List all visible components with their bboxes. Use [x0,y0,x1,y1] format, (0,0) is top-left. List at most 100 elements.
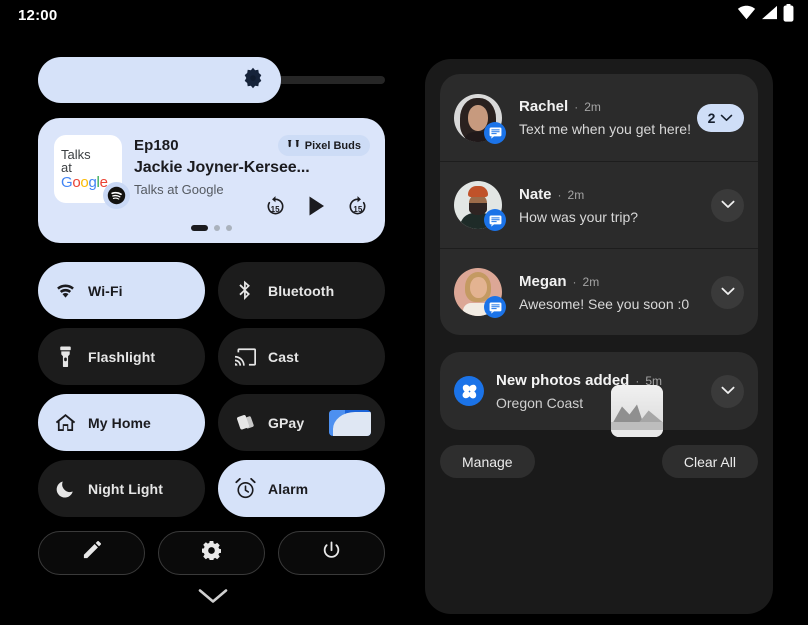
tile-my-home[interactable]: My Home [38,394,205,451]
messages-icon [484,209,506,231]
tile-flashlight[interactable]: Flashlight [38,328,205,385]
notification-expand-button[interactable] [711,189,744,222]
page-dot-1[interactable] [191,225,208,231]
tile-label: Flashlight [88,349,155,365]
status-bar: 12:00 [0,0,808,30]
status-icon-group [737,4,794,27]
tile-row-2: Flashlight Cast [38,328,385,385]
notification-body: Rachel · 2m Text me when you get here! [502,98,697,137]
tile-label: My Home [88,415,151,431]
page-dot-2[interactable] [214,225,220,231]
notification-sender: Nate [519,186,552,203]
cellular-signal-icon [761,5,778,25]
photos-header: New photos added · 5m [496,372,711,389]
chevron-down-icon [720,109,733,127]
notification-body: Nate · 2m How was your trip? [502,186,711,225]
oregon-coast-thumbnail[interactable] [611,385,663,437]
home-icon [54,413,76,432]
photos-expand-button[interactable] [711,375,744,408]
avatar-wrap [454,181,502,229]
photos-title: New photos added [496,372,629,389]
notification-expand-button[interactable] [711,276,744,309]
tile-label: Alarm [268,481,308,497]
notification-separator: · [573,275,577,289]
brightness-fill[interactable] [38,57,281,103]
tile-night-light[interactable]: Night Light [38,460,205,517]
manage-button[interactable]: Manage [440,445,535,478]
notification-shade: Rachel · 2m Text me when you get here! 2 [425,59,773,614]
notification-header: Megan · 2m [519,273,711,290]
album-art-line-2: at [61,161,122,174]
quick-settings-tiles: Wi-Fi Bluetooth Flashlight [38,262,385,526]
notification-message: Text me when you get here! [519,121,697,137]
shade-action-row: Manage Clear All [440,445,758,478]
moon-icon [54,479,76,498]
tile-alarm[interactable]: Alarm [218,460,385,517]
rewind-15-button[interactable]: 15 [264,194,287,222]
chevron-down-icon [198,588,228,610]
play-button[interactable] [307,195,326,222]
spotify-icon [103,182,130,209]
svg-text:15: 15 [353,205,362,214]
conversation-notification-group: Rachel · 2m Text me when you get here! 2 [440,74,758,335]
status-clock: 12:00 [18,7,57,24]
notification-time: 2m [568,188,585,202]
svg-text:15: 15 [271,205,280,214]
notification-separator: · [574,100,578,114]
notification-rachel[interactable]: Rachel · 2m Text me when you get here! 2 [440,74,758,161]
flashlight-icon [54,346,76,367]
tile-label: Cast [268,349,299,365]
clear-all-label: Clear All [684,454,736,470]
media-player-card[interactable]: Talks at Google Ep180 Jackie Joyner-Kers… [38,118,385,243]
power-button[interactable] [278,531,385,575]
notification-header: Rachel · 2m [519,98,697,115]
tile-row-4: Night Light Alarm [38,460,385,517]
notification-nate[interactable]: Nate · 2m How was your trip? [440,161,758,248]
notification-header: Nate · 2m [519,186,711,203]
quick-settings-panel: Talks at Google Ep180 Jackie Joyner-Kers… [0,30,425,625]
notification-sender: Rachel [519,98,568,115]
wifi-icon [737,5,756,25]
notification-count-expand-pill[interactable]: 2 [697,104,744,132]
tile-cast[interactable]: Cast [218,328,385,385]
chevron-down-icon [721,196,735,214]
notification-body: Megan · 2m Awesome! See you soon :0 [502,273,711,312]
brightness-slider[interactable] [38,57,385,103]
media-controls: 15 15 [264,194,369,222]
album-art-line-1: Talks [61,148,122,161]
tile-row-1: Wi-Fi Bluetooth [38,262,385,319]
tile-label: Night Light [88,481,163,497]
chevron-down-icon [721,283,735,301]
tile-wifi[interactable]: Wi-Fi [38,262,205,319]
tile-gpay[interactable]: GPay [218,394,385,451]
quick-settings-footer [38,531,385,575]
edit-tiles-button[interactable] [38,531,145,575]
output-device-chip[interactable]: Pixel Buds [278,135,370,156]
settings-button[interactable] [158,531,265,575]
notification-megan[interactable]: Megan · 2m Awesome! See you soon :0 [440,248,758,335]
notification-count: 2 [708,110,716,126]
bluetooth-icon [234,280,256,301]
forward-15-button[interactable]: 15 [346,194,369,222]
pencil-icon [82,541,101,565]
tile-row-3: My Home GPay [38,394,385,451]
tile-label: Bluetooth [268,283,334,299]
notification-message: How was your trip? [519,209,711,225]
page-dot-3[interactable] [226,225,232,231]
tile-bluetooth[interactable]: Bluetooth [218,262,385,319]
avatar-wrap [454,94,502,142]
battery-icon [783,4,794,27]
power-icon [322,541,341,565]
collapse-handle[interactable] [0,588,425,610]
earbuds-icon [287,137,300,155]
media-album-art-wrap: Talks at Google [54,135,122,203]
notification-sender: Megan [519,273,567,290]
alarm-clock-icon [234,478,256,499]
google-photos-icon [454,376,484,406]
cast-icon [234,348,256,366]
clear-all-button[interactable]: Clear All [662,445,758,478]
gear-icon [202,541,221,565]
media-page-indicator [38,225,385,231]
notification-google-photos[interactable]: New photos added · 5m Oregon Coast [440,352,758,430]
media-title: Jackie Joyner-Kersee... [134,159,310,177]
